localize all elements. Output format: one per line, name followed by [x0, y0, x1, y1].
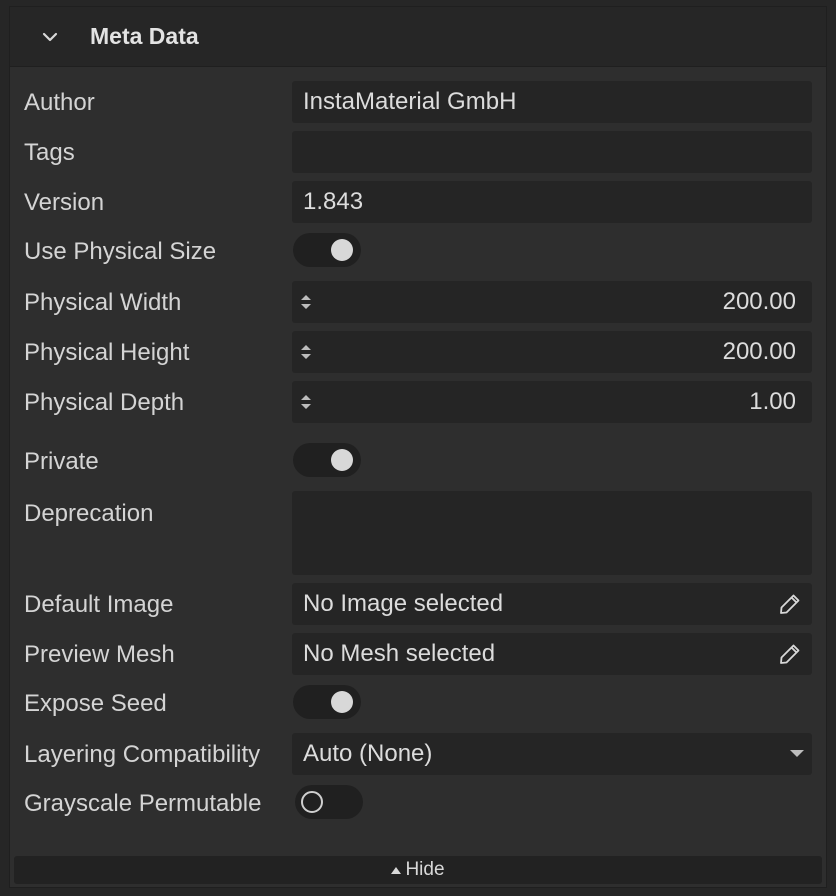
- layering-compatibility-select[interactable]: Auto (None): [292, 733, 812, 775]
- grayscale-permutable-toggle[interactable]: [295, 785, 363, 819]
- layering-compatibility-label: Layering Compatibility: [24, 741, 261, 768]
- deprecation-label: Deprecation: [24, 500, 154, 527]
- deprecation-row: Deprecation: [10, 491, 828, 575]
- grayscale-permutable-row: Grayscale Permutable: [10, 785, 828, 821]
- physical-height-row: Physical Height 200.00: [10, 331, 828, 373]
- toggle-knob: [331, 449, 353, 471]
- physical-height-label: Physical Height: [24, 339, 190, 366]
- default-image-field[interactable]: No Image selected: [292, 583, 812, 625]
- toggle-knob: [331, 239, 353, 261]
- physical-depth-row: Physical Depth 1.00: [10, 381, 828, 423]
- dropdown-arrow-icon: [790, 750, 804, 757]
- private-label: Private: [24, 448, 99, 475]
- version-field[interactable]: 1.843: [292, 181, 812, 223]
- expose-seed-row: Expose Seed: [10, 685, 828, 721]
- author-label: Author: [24, 89, 95, 116]
- spinner-arrows-icon[interactable]: [300, 394, 312, 410]
- expose-seed-toggle[interactable]: [293, 685, 361, 719]
- deprecation-textarea[interactable]: [292, 491, 812, 575]
- chevron-down-icon[interactable]: [40, 27, 60, 47]
- physical-height-field[interactable]: 200.00: [292, 331, 812, 373]
- spinner-arrows-icon[interactable]: [300, 344, 312, 360]
- private-toggle[interactable]: [293, 443, 361, 477]
- physical-depth-field[interactable]: 1.00: [292, 381, 812, 423]
- pencil-icon[interactable]: [778, 592, 802, 616]
- version-row: Version 1.843: [10, 181, 828, 223]
- panel-title: Meta Data: [90, 23, 199, 49]
- panel-header[interactable]: Meta Data: [10, 7, 826, 67]
- author-field[interactable]: InstaMaterial GmbH: [292, 81, 812, 123]
- preview-mesh-label: Preview Mesh: [24, 641, 175, 668]
- physical-depth-value: 1.00: [749, 388, 796, 415]
- physical-width-field[interactable]: 200.00: [292, 281, 812, 323]
- hide-button[interactable]: Hide: [14, 856, 822, 884]
- expose-seed-label: Expose Seed: [24, 690, 167, 717]
- toggle-knob: [301, 791, 323, 813]
- tags-label: Tags: [24, 139, 75, 166]
- use-physical-size-row: Use Physical Size: [10, 233, 828, 269]
- grayscale-permutable-label: Grayscale Permutable: [24, 790, 262, 817]
- physical-width-value: 200.00: [722, 288, 796, 315]
- spinner-arrows-icon[interactable]: [300, 294, 312, 310]
- author-value: InstaMaterial GmbH: [303, 88, 517, 115]
- default-image-label: Default Image: [24, 591, 174, 618]
- layering-compatibility-value: Auto (None): [303, 740, 433, 767]
- hide-label: Hide: [405, 859, 445, 880]
- physical-width-label: Physical Width: [24, 289, 182, 316]
- default-image-value: No Image selected: [303, 590, 504, 617]
- use-physical-size-label: Use Physical Size: [24, 238, 217, 265]
- triangle-up-icon: [391, 866, 402, 874]
- physical-height-value: 200.00: [722, 338, 796, 365]
- preview-mesh-row: Preview Mesh No Mesh selected: [10, 633, 828, 675]
- tags-row: Tags: [10, 131, 828, 173]
- meta-data-panel: Meta Data Author InstaMaterial GmbH Tags…: [9, 6, 827, 888]
- version-label: Version: [24, 189, 105, 216]
- physical-depth-label: Physical Depth: [24, 389, 185, 416]
- layering-compatibility-row: Layering Compatibility Auto (None): [10, 733, 828, 775]
- preview-mesh-value: No Mesh selected: [303, 640, 496, 667]
- preview-mesh-field[interactable]: No Mesh selected: [292, 633, 812, 675]
- toggle-knob: [331, 691, 353, 713]
- tags-field[interactable]: [292, 131, 812, 173]
- version-value: 1.843: [303, 188, 364, 215]
- pencil-icon[interactable]: [778, 642, 802, 666]
- use-physical-size-toggle[interactable]: [293, 233, 361, 267]
- physical-width-row: Physical Width 200.00: [10, 281, 828, 323]
- default-image-row: Default Image No Image selected: [10, 583, 828, 625]
- author-row: Author InstaMaterial GmbH: [10, 81, 828, 123]
- private-row: Private: [10, 443, 828, 479]
